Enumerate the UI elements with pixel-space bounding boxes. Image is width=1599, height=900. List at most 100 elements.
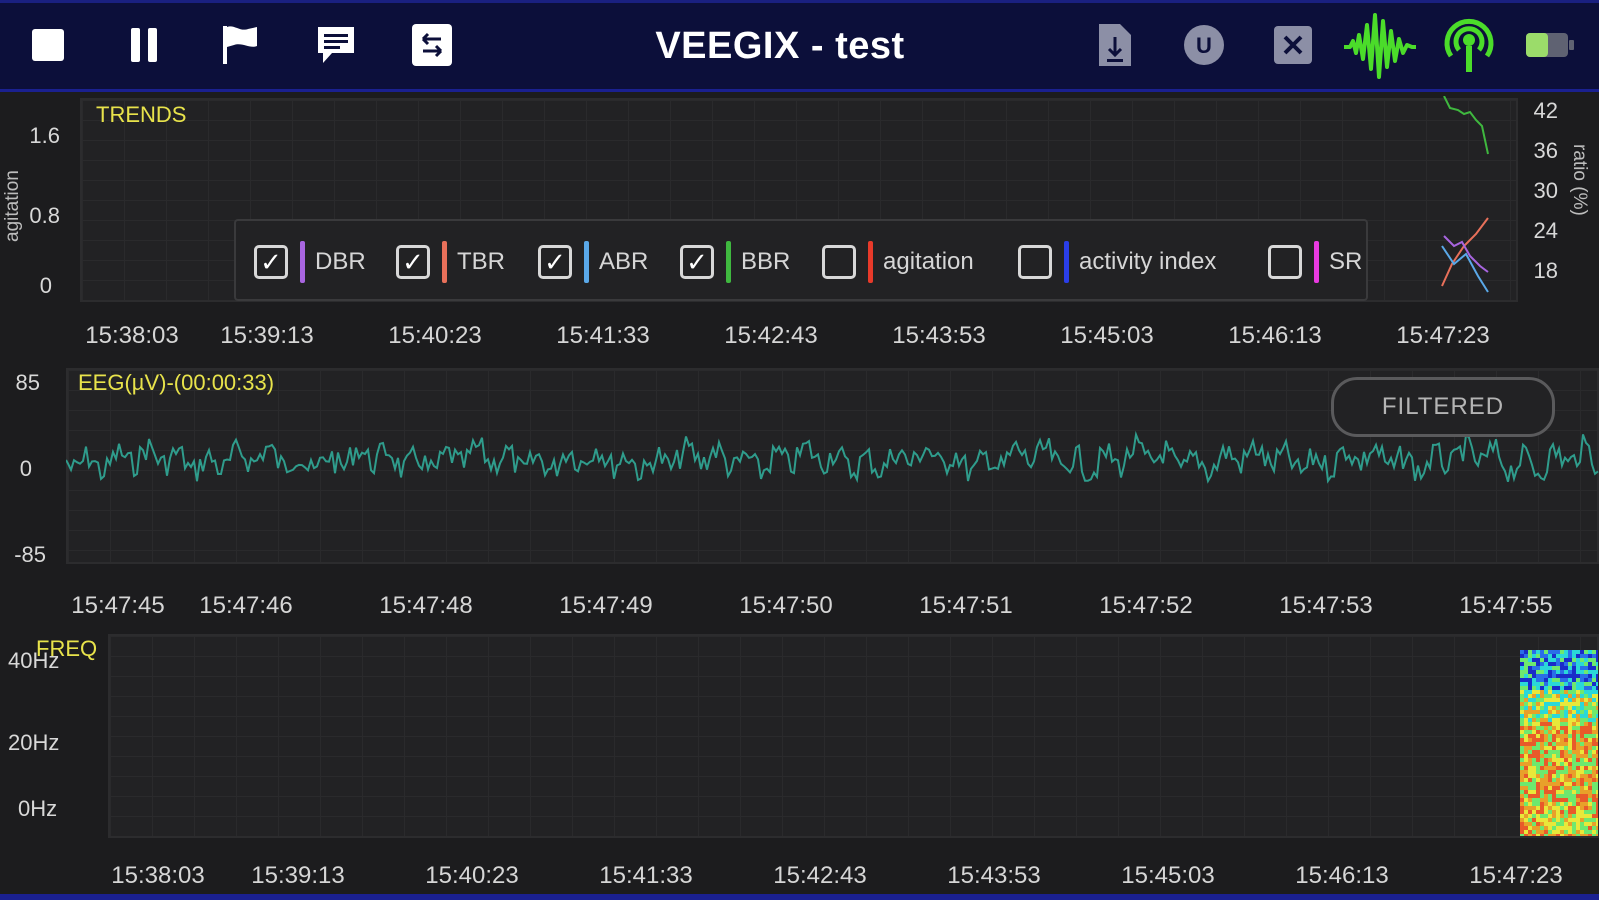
trends-y-tick: 1.6 bbox=[29, 123, 60, 148]
spectrogram-cell bbox=[1576, 738, 1580, 742]
spectrogram-cell bbox=[1564, 714, 1568, 718]
spectrogram-cell bbox=[1528, 818, 1532, 822]
spectrogram-cell bbox=[1592, 678, 1596, 682]
spectrogram-cell bbox=[1580, 650, 1584, 654]
spectrogram-cell bbox=[1540, 710, 1544, 714]
spectrogram-cell bbox=[1576, 726, 1580, 730]
legend-item-abr[interactable]: ✓ ABR bbox=[538, 241, 648, 283]
spectrogram-cell bbox=[1548, 814, 1552, 818]
freq-plot[interactable] bbox=[108, 634, 1599, 838]
checkbox[interactable] bbox=[1268, 245, 1302, 279]
spectrogram-cell bbox=[1540, 834, 1544, 836]
file-download-button[interactable] bbox=[1091, 23, 1139, 71]
u-button[interactable]: U bbox=[1180, 23, 1228, 71]
signal-button[interactable] bbox=[1440, 17, 1498, 77]
checkbox[interactable]: ✓ bbox=[396, 245, 430, 279]
ratio-y-tick: 42 bbox=[1533, 98, 1558, 123]
spectrogram-cell bbox=[1576, 830, 1580, 834]
legend-item-tbr[interactable]: ✓ TBR bbox=[396, 241, 505, 283]
freq-y-tick: 20Hz bbox=[8, 730, 60, 755]
spectrogram-cell bbox=[1564, 710, 1568, 714]
spectrogram-cell bbox=[1584, 758, 1588, 762]
freq-x-tick: 15:47:23 bbox=[1469, 862, 1563, 889]
spectrogram-cell bbox=[1544, 782, 1548, 786]
spectrogram-cell bbox=[1576, 714, 1580, 718]
spectrogram-cell bbox=[1536, 694, 1540, 698]
legend-item-dbr[interactable]: ✓ DBR bbox=[254, 241, 366, 283]
spectrogram-cell bbox=[1560, 730, 1564, 734]
spectrogram-cell bbox=[1548, 742, 1552, 746]
ratio-y-tick: 18 bbox=[1533, 258, 1558, 283]
close-box-button[interactable] bbox=[1269, 23, 1317, 71]
spectrogram-cell bbox=[1524, 746, 1528, 750]
spectrogram-cell bbox=[1544, 706, 1548, 710]
checkbox[interactable]: ✓ bbox=[538, 245, 572, 279]
spectrogram-cell bbox=[1572, 682, 1576, 686]
spectrogram-cell bbox=[1540, 714, 1544, 718]
spectrogram-cell bbox=[1536, 734, 1540, 738]
checkbox[interactable] bbox=[1018, 245, 1052, 279]
legend-item-activity-index[interactable]: activity index bbox=[1018, 241, 1216, 283]
spectrogram-cell bbox=[1520, 650, 1524, 654]
spectrogram-cell bbox=[1544, 822, 1548, 826]
spectrogram-cell bbox=[1592, 730, 1596, 734]
spectrogram-cell bbox=[1580, 654, 1584, 658]
filtered-button[interactable]: FILTERED bbox=[1331, 377, 1555, 437]
spectrogram-cell bbox=[1544, 702, 1548, 706]
legend-item-bbr[interactable]: ✓ BBR bbox=[680, 241, 790, 283]
legend-item-sr[interactable]: SR bbox=[1268, 241, 1362, 283]
spectrogram-cell bbox=[1576, 698, 1580, 702]
spectrogram-cell bbox=[1580, 806, 1584, 810]
spectrogram-cell bbox=[1548, 734, 1552, 738]
checkbox[interactable]: ✓ bbox=[254, 245, 288, 279]
spectrogram-cell bbox=[1536, 698, 1540, 702]
spectrogram-cell bbox=[1572, 702, 1576, 706]
legend-item-agitation[interactable]: agitation bbox=[822, 241, 974, 283]
spectrogram-cell bbox=[1596, 698, 1598, 702]
spectrogram-cell bbox=[1588, 722, 1592, 726]
legend-swatch bbox=[1314, 241, 1319, 283]
spectrogram-cell bbox=[1556, 746, 1560, 750]
eeg-wave-button[interactable] bbox=[1340, 12, 1420, 79]
comment-button[interactable] bbox=[312, 23, 360, 71]
spectrogram-cell bbox=[1588, 690, 1592, 694]
spectrogram-cell bbox=[1528, 822, 1532, 826]
spectrogram-cell bbox=[1572, 670, 1576, 674]
spectrogram-cell bbox=[1560, 662, 1564, 666]
spectrogram-cell bbox=[1580, 802, 1584, 806]
spectrogram-cell bbox=[1568, 694, 1572, 698]
spectrogram-cell bbox=[1556, 750, 1560, 754]
spectrogram-cell bbox=[1580, 746, 1584, 750]
spectrogram-cell bbox=[1528, 770, 1532, 774]
spectrogram-cell bbox=[1568, 778, 1572, 782]
spectrogram-cell bbox=[1580, 718, 1584, 722]
trends-title: TRENDS bbox=[96, 102, 187, 127]
spectrogram-cell bbox=[1556, 710, 1560, 714]
spectrogram-cell bbox=[1584, 822, 1588, 826]
checkbox[interactable] bbox=[822, 245, 856, 279]
spectrogram-cell bbox=[1544, 714, 1548, 718]
pause-button[interactable] bbox=[120, 23, 168, 71]
swap-button[interactable] bbox=[408, 23, 456, 71]
spectrogram-cell bbox=[1588, 810, 1592, 814]
spectrogram-cell bbox=[1584, 818, 1588, 822]
spectrogram-cell bbox=[1592, 774, 1596, 778]
spectrogram-cell bbox=[1540, 762, 1544, 766]
spectrogram-cell bbox=[1548, 702, 1552, 706]
bottom-border bbox=[0, 894, 1599, 900]
spectrogram-cell bbox=[1556, 794, 1560, 798]
legend-swatch bbox=[1064, 241, 1069, 283]
spectrogram-cell bbox=[1572, 770, 1576, 774]
spectrogram-cell bbox=[1576, 798, 1580, 802]
trends-x-tick: 15:46:13 bbox=[1228, 322, 1322, 349]
spectrogram-cell bbox=[1568, 674, 1572, 678]
spectrogram-cell bbox=[1592, 786, 1596, 790]
flag-button[interactable] bbox=[216, 23, 264, 71]
spectrogram-cell bbox=[1564, 722, 1568, 726]
stop-button[interactable] bbox=[24, 23, 72, 71]
checkbox[interactable]: ✓ bbox=[680, 245, 714, 279]
spectrogram-cell bbox=[1540, 670, 1544, 674]
spectrogram-cell bbox=[1564, 690, 1568, 694]
spectrogram-cell bbox=[1548, 826, 1552, 830]
spectrogram-cell bbox=[1580, 782, 1584, 786]
